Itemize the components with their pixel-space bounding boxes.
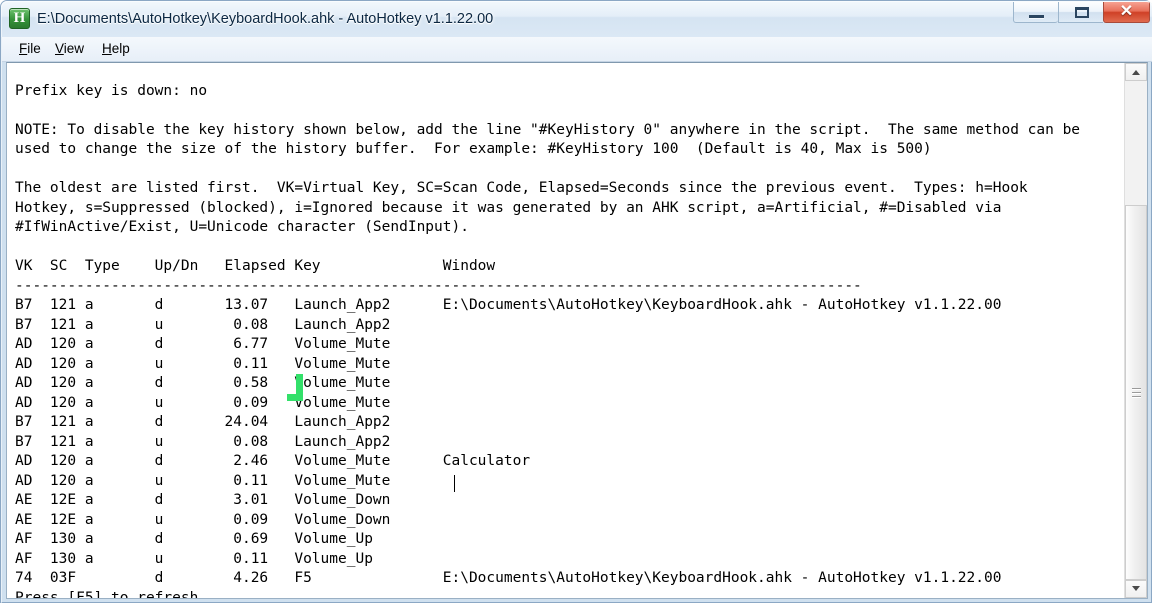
key-history-edit-control[interactable]: Prefix key is down: no NOTE: To disable …: [6, 62, 1148, 599]
menu-file-accel: F: [19, 41, 28, 56]
maximize-icon: [1059, 2, 1103, 22]
minimize-icon: [1014, 2, 1058, 22]
close-icon: ✕: [1119, 3, 1134, 20]
menu-item-file[interactable]: File: [14, 40, 46, 58]
minimize-button[interactable]: [1013, 2, 1058, 23]
scrollbar-grip-icon: [1132, 387, 1141, 398]
autohotkey-app-icon[interactable]: H: [9, 8, 30, 29]
scrollbar-thumb[interactable]: [1125, 205, 1147, 580]
key-history-text-area[interactable]: Prefix key is down: no NOTE: To disable …: [7, 63, 1124, 598]
key-history-text: Prefix key is down: no NOTE: To disable …: [15, 82, 1081, 599]
scroll-up-button[interactable]: [1125, 63, 1147, 81]
vertical-scrollbar[interactable]: [1124, 63, 1147, 598]
window-title: E:\Documents\AutoHotkey\KeyboardHook.ahk…: [37, 11, 494, 27]
app-icon-glyph: H: [13, 10, 26, 26]
menu-help-rest: elp: [111, 41, 130, 56]
green-annotation-marker: [287, 374, 303, 401]
chevron-up-icon: [1132, 70, 1140, 75]
autohotkey-keyhistory-window: H E:\Documents\AutoHotkey\KeyboardHook.a…: [0, 0, 1152, 604]
menu-help-accel: H: [102, 41, 112, 56]
close-button[interactable]: ✕: [1103, 2, 1150, 23]
menu-file-rest: ile: [27, 41, 41, 56]
menu-view-accel: V: [55, 41, 64, 56]
chevron-down-icon: [1132, 586, 1140, 591]
text-caret: [454, 475, 455, 492]
menu-view-rest: iew: [63, 41, 85, 56]
scrollbar-track[interactable]: [1125, 81, 1147, 580]
menu-item-help[interactable]: Help: [97, 40, 135, 58]
menu-bar: File View Help: [2, 37, 1152, 62]
menu-item-view[interactable]: View: [50, 40, 89, 58]
maximize-button[interactable]: [1058, 2, 1103, 23]
title-bar[interactable]: H E:\Documents\AutoHotkey\KeyboardHook.a…: [1, 1, 1152, 37]
scroll-down-button[interactable]: [1125, 580, 1147, 598]
